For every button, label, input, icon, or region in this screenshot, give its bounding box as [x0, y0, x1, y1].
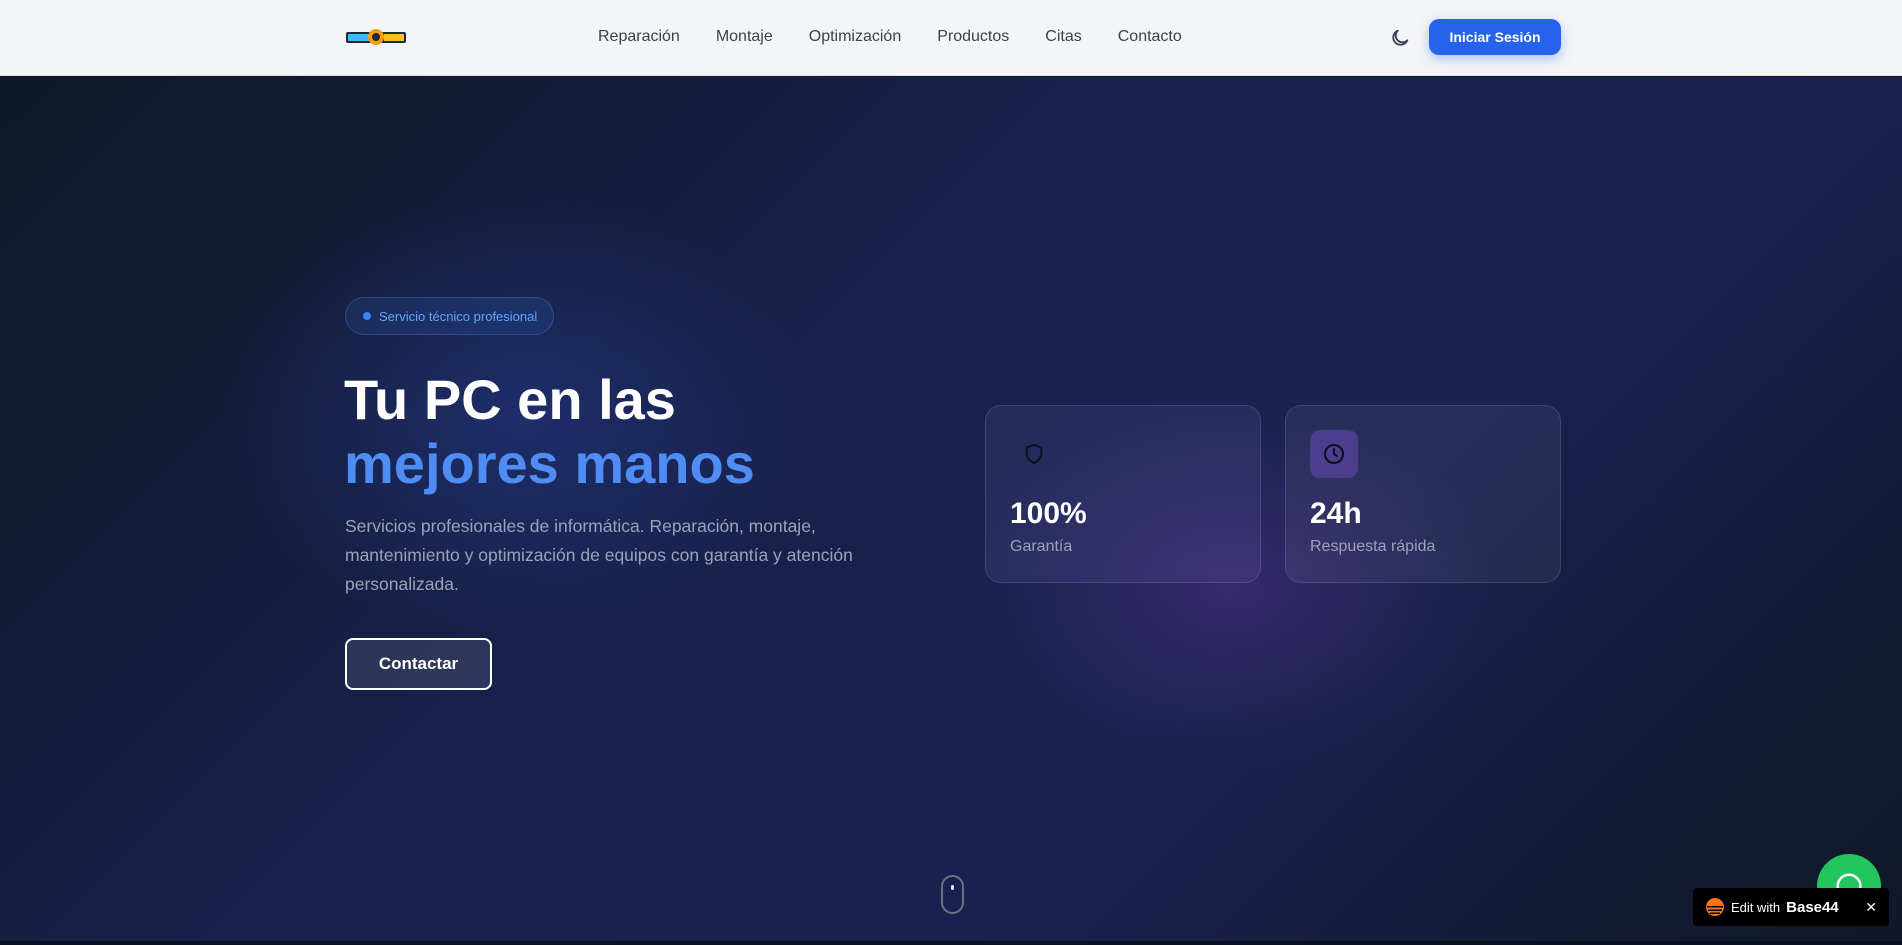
- stat-icon-wrapper: [1310, 430, 1358, 478]
- nav-link-citas[interactable]: Citas: [1045, 26, 1081, 48]
- badge-dot-icon: [363, 312, 371, 320]
- stat-card-guarantee: 100% Garantía: [985, 405, 1261, 583]
- login-button[interactable]: Iniciar Sesión: [1429, 19, 1561, 55]
- shield-icon: [1025, 443, 1043, 465]
- stat-value: 100%: [1010, 497, 1087, 530]
- badge-text: Servicio técnico profesional: [379, 308, 538, 324]
- close-icon[interactable]: ✕: [1865, 899, 1877, 916]
- stat-label: Garantía: [1010, 538, 1073, 555]
- logo-icon[interactable]: [346, 27, 406, 47]
- nav-link-contacto[interactable]: Contacto: [1118, 26, 1182, 48]
- contact-button[interactable]: Contactar: [345, 638, 492, 690]
- base44-brand: Base44: [1786, 898, 1839, 916]
- clock-icon: [1324, 444, 1344, 464]
- service-badge: Servicio técnico profesional: [345, 297, 555, 335]
- base44-logo-icon: [1706, 898, 1724, 916]
- stat-card-response: 24h Respuesta rápida: [1285, 405, 1561, 583]
- moon-icon[interactable]: [1389, 27, 1411, 49]
- nav-links: Reparación Montaje Optimización Producto…: [598, 26, 1182, 48]
- base44-prefix: Edit with: [1731, 899, 1781, 915]
- headline-line-2: mejores manos: [344, 432, 755, 495]
- scroll-indicator[interactable]: [941, 875, 964, 914]
- nav-link-optimizacion[interactable]: Optimización: [809, 26, 901, 48]
- hero-description: Servicios profesionales de informática. …: [345, 516, 853, 594]
- nav-link-reparacion[interactable]: Reparación: [598, 26, 680, 48]
- stat-label: Respuesta rápida: [1310, 538, 1436, 555]
- nav-link-productos[interactable]: Productos: [937, 26, 1009, 48]
- base44-edit-badge[interactable]: Edit with Base44 ✕: [1693, 888, 1889, 926]
- scroll-dot: [951, 885, 954, 890]
- stat-icon-wrapper: [1010, 430, 1058, 478]
- stat-value: 24h: [1310, 497, 1362, 530]
- nav-link-montaje[interactable]: Montaje: [716, 26, 773, 48]
- top-navbar: Reparación Montaje Optimización Producto…: [0, 0, 1902, 76]
- section-divider: [0, 941, 1902, 945]
- hero-section: [0, 77, 1902, 943]
- headline-line-1: Tu PC en las: [344, 368, 676, 431]
- hero-headline: Tu PC en las mejores manos: [344, 368, 755, 496]
